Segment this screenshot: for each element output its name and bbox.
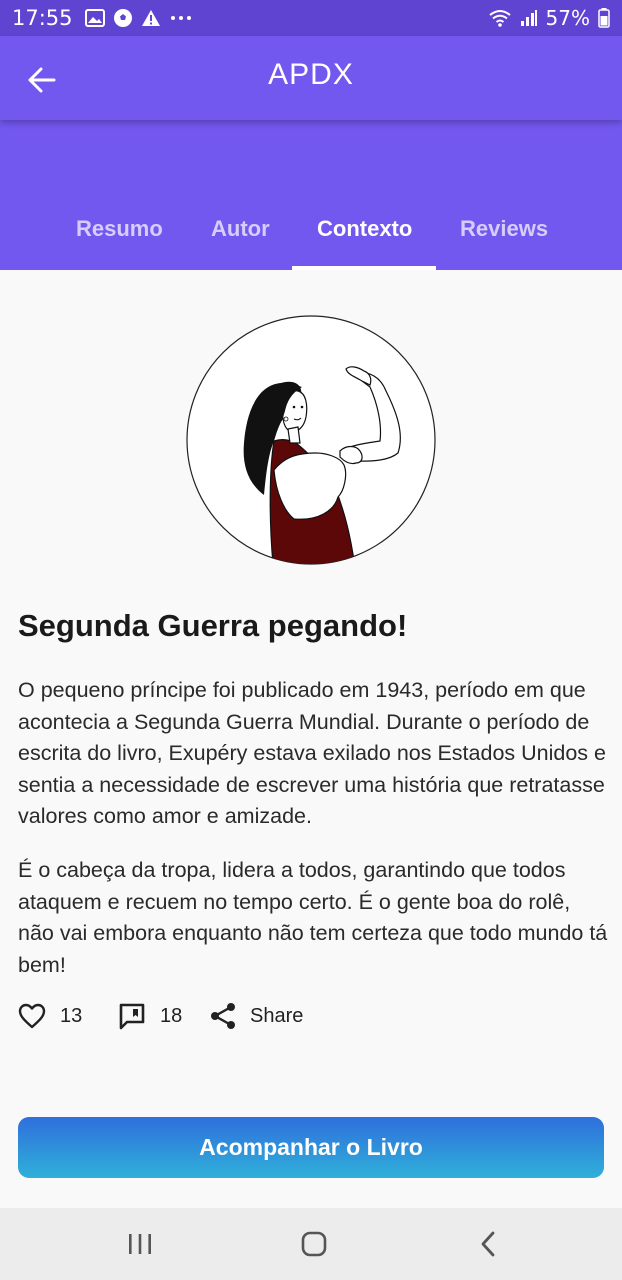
home-button[interactable]: [294, 1226, 334, 1262]
recent-apps-icon: [129, 1234, 151, 1254]
woman-flexing-illustration: [186, 315, 436, 565]
soccer-ball-icon: [113, 9, 132, 27]
actions-row: 13 18 Share: [18, 996, 303, 1036]
share-button[interactable]: Share: [210, 1002, 303, 1030]
tab-reviews[interactable]: Reviews: [460, 216, 548, 242]
article-paragraph-2: É o cabeça da tropa, lidera a todos, gar…: [18, 858, 608, 977]
tab-resumo[interactable]: Resumo: [76, 216, 163, 242]
active-tab-indicator: [292, 266, 436, 270]
warning-icon: [141, 10, 160, 26]
article-paragraph-1: O pequeno príncipe foi publicado em 1943…: [18, 678, 606, 828]
share-label: Share: [250, 1004, 304, 1027]
article-title: Segunda Guerra pegando!: [18, 608, 408, 643]
like-button[interactable]: 13: [18, 1003, 118, 1029]
chevron-left-icon: [481, 1231, 495, 1257]
comment-count: 18: [160, 1004, 183, 1027]
comment-icon: [119, 1003, 145, 1030]
tab-contexto[interactable]: Contexto: [317, 216, 412, 242]
more-dots-icon: [170, 16, 191, 20]
back-nav-button[interactable]: [468, 1226, 508, 1262]
tab-autor[interactable]: Autor: [211, 216, 270, 242]
app-bar: APDX: [0, 36, 622, 120]
like-count: 13: [60, 1004, 83, 1027]
signal-icon: [520, 10, 537, 26]
tab-bar: Resumo Autor Contexto Reviews: [0, 120, 622, 270]
wifi-icon: [488, 10, 511, 27]
app-title: APDX: [268, 58, 354, 91]
status-bar: 17:55 57%: [0, 0, 622, 36]
follow-book-button[interactable]: Acompanhar o Livro: [18, 1117, 604, 1178]
share-icon: [211, 1003, 235, 1029]
image-icon: [84, 9, 105, 27]
heart-icon: [18, 1003, 46, 1029]
recent-apps-button[interactable]: [120, 1226, 160, 1262]
status-time: 17:55: [12, 6, 73, 30]
system-nav-bar: [0, 1208, 622, 1280]
comment-button[interactable]: 18: [118, 1002, 210, 1030]
home-icon: [301, 1231, 327, 1257]
battery-percent: 57%: [545, 6, 590, 30]
battery-icon: [598, 8, 610, 28]
